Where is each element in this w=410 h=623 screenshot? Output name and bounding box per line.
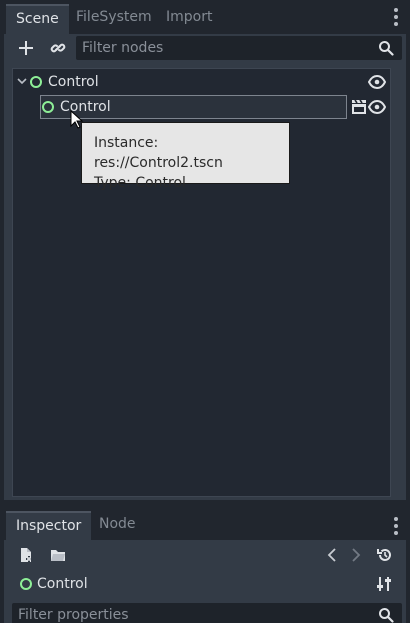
new-file-icon: [21, 548, 32, 562]
tab-filesystem[interactable]: FileSystem: [66, 4, 162, 34]
search-icon: [379, 41, 394, 56]
control-node-icon: [20, 578, 32, 590]
filter-nodes-input[interactable]: Filter nodes: [76, 36, 402, 60]
scene-dock-menu-icon[interactable]: [389, 6, 403, 28]
control-node-icon: [30, 76, 42, 88]
instance-scene-button[interactable]: [46, 36, 70, 60]
object-history-button[interactable]: [373, 543, 397, 567]
filter-nodes-placeholder: Filter nodes: [82, 40, 164, 56]
search-icon: [379, 608, 394, 623]
chevron-right-icon: [352, 548, 361, 562]
godot-editor-dock-area: Scene FileSystem Import Filter nodes Con…: [0, 0, 410, 623]
history-forward-button[interactable]: [344, 543, 368, 567]
tooltip-type-line: Type: Control: [94, 175, 186, 191]
tooltip-instance-line: Instance: res://Control2.tscn: [94, 135, 223, 171]
filter-properties-placeholder: Filter properties: [18, 607, 129, 623]
tree-node-label: Control: [48, 74, 99, 90]
scene-dock-tabbar: Scene FileSystem Import: [0, 0, 410, 34]
filter-properties-input[interactable]: Filter properties: [12, 603, 402, 623]
scene-panel: Filter nodes Control Control: [4, 34, 406, 500]
new-resource-button[interactable]: [14, 543, 38, 567]
tab-scene[interactable]: Scene: [6, 4, 69, 34]
history-icon: [377, 548, 391, 561]
eye-icon[interactable]: [368, 74, 386, 90]
control-node-icon: [42, 101, 54, 113]
inspector-dock-tabbar: Inspector Node: [0, 508, 410, 541]
tab-node[interactable]: Node: [89, 511, 146, 541]
history-back-button[interactable]: [320, 543, 344, 567]
tree-node-label: Control: [60, 99, 111, 115]
inspector-dock-menu-icon[interactable]: [389, 515, 403, 537]
tree-row-root[interactable]: Control: [13, 70, 390, 94]
chevron-left-icon: [327, 548, 336, 562]
node-tooltip: Instance: res://Control2.tscn Type: Cont…: [81, 122, 290, 191]
plus-icon: [19, 41, 33, 55]
clapperboard-icon[interactable]: [351, 99, 367, 115]
chevron-down-icon[interactable]: [17, 78, 27, 86]
chain-link-icon: [50, 43, 66, 53]
inspector-panel: Control Filter properties: [4, 540, 406, 623]
add-node-button[interactable]: [14, 36, 38, 60]
folder-open-icon: [51, 550, 65, 561]
inspector-selected-node[interactable]: Control: [37, 572, 88, 596]
tab-import[interactable]: Import: [156, 4, 222, 34]
open-resource-button[interactable]: [46, 543, 70, 567]
property-settings-icon[interactable]: [376, 576, 392, 592]
tab-inspector[interactable]: Inspector: [6, 511, 92, 541]
eye-icon[interactable]: [368, 99, 386, 115]
